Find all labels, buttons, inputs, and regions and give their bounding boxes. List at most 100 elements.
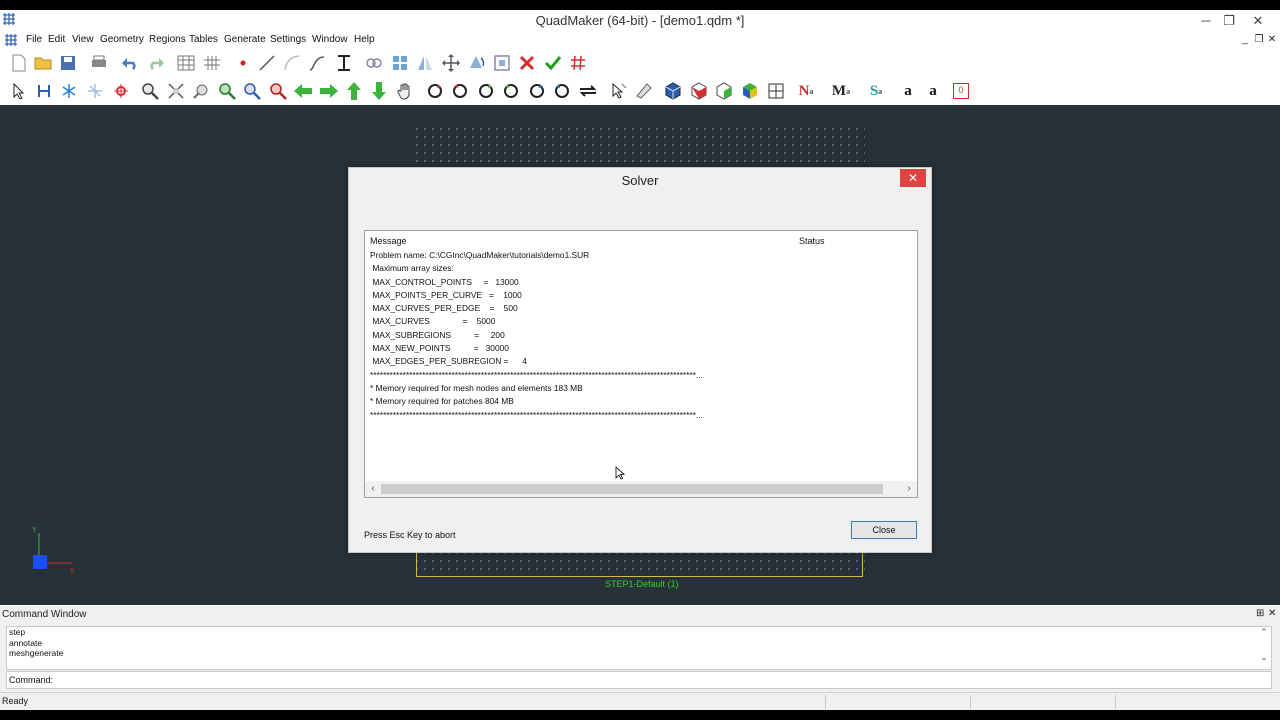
open-folder-icon[interactable] [32,52,54,74]
message-line: * Memory required for mesh nodes and ele… [370,382,583,393]
pin-icon[interactable]: ⊞ [1256,608,1264,619]
cube-blue-icon[interactable] [662,80,684,102]
rotate-x2-icon[interactable] [500,80,522,102]
link-icon[interactable] [363,52,385,74]
column-header-status[interactable]: Status [799,236,825,246]
menu-view[interactable]: View [72,34,94,45]
zoom-out-icon[interactable] [241,80,263,102]
menu-bar: File Edit View Geometry Regions Tables G… [0,32,1280,48]
menu-edit[interactable]: Edit [48,34,65,45]
message-line: * Memory required for patches 804 MB [370,396,514,407]
mdi-restore-button[interactable]: ❐ [1252,34,1266,46]
star-select-icon[interactable] [58,80,80,102]
material-number-icon[interactable]: Ma [830,80,852,102]
save-icon[interactable] [57,52,79,74]
asterisk-icon[interactable] [84,80,106,102]
zoom-extents-icon[interactable] [165,80,187,102]
message-list[interactable]: Message Status Problem name: C:\CGInc\Qu… [364,230,918,498]
surface-number-icon[interactable]: Sa [865,80,887,102]
box-zero-icon[interactable]: 0 [950,80,972,102]
delete-icon[interactable] [516,52,538,74]
menu-window[interactable]: Window [312,34,348,45]
message-line: MAX_SUBREGIONS = 200 [370,329,505,340]
mesh-grid-icon[interactable] [765,80,787,102]
command-input[interactable]: Command: [6,671,1272,689]
flip-icon[interactable] [577,80,599,102]
text-a-bold-icon[interactable]: a [922,80,944,102]
close-button[interactable]: Close [851,521,917,539]
arc-icon[interactable] [281,52,303,74]
undo-icon[interactable] [119,52,141,74]
pan-zoom-icon[interactable] [190,80,212,102]
arrow-up-icon[interactable] [343,80,365,102]
zoom-window-icon[interactable] [139,80,161,102]
point-icon[interactable] [232,52,254,74]
rotate-x-icon[interactable] [424,80,446,102]
arrow-right-icon[interactable] [318,80,340,102]
rotate-y-icon[interactable] [449,80,471,102]
pick-icon[interactable] [608,80,630,102]
h-select-icon[interactable] [33,80,55,102]
i-beam-icon[interactable] [333,52,355,74]
cube-red-icon[interactable] [688,80,710,102]
rotate-z-icon[interactable] [475,80,497,102]
window-title: QuadMaker (64-bit) - [demo1.qdm *] [535,13,745,28]
cube-color-icon[interactable] [739,80,761,102]
mdi-minimize-button[interactable]: _ [1238,34,1252,46]
solver-dialog: Solver ✕ Message Status Problem name: C:… [348,167,932,553]
message-line: MAX_CURVES_PER_EDGE = 500 [370,303,518,314]
dialog-close-x-button[interactable]: ✕ [900,169,926,187]
zoom-fit-icon[interactable] [267,80,289,102]
menu-tables[interactable]: Tables [189,34,218,45]
check-icon[interactable] [542,52,564,74]
mdi-close-button[interactable]: ✕ [1265,34,1279,46]
arrow-left-icon[interactable] [292,80,314,102]
message-line: ****************************************… [370,409,703,420]
curve-icon[interactable] [306,52,328,74]
menu-geometry[interactable]: Geometry [100,34,144,45]
toolbar-main [0,49,1280,77]
region-grid-icon[interactable] [389,52,411,74]
command-window-close-button[interactable]: ✕ [1268,608,1276,619]
scroll-down-button[interactable]: ⌄ [1257,652,1271,663]
menu-file[interactable]: File [26,34,42,45]
column-header-message[interactable]: Message [370,236,407,246]
rotate-icon[interactable] [465,52,487,74]
arrow-down-icon[interactable] [368,80,390,102]
menu-help[interactable]: Help [354,34,375,45]
close-window-button[interactable]: ✕ [1245,12,1271,30]
menu-regions[interactable]: Regions [149,34,186,45]
menu-generate[interactable]: Generate [224,34,266,45]
command-history[interactable]: step annotate meshgenerate ⌃ ⌄ [6,626,1272,670]
scroll-thumb[interactable] [381,484,883,494]
history-scrollbar[interactable]: ⌃ ⌄ [1257,627,1271,669]
cube-green-icon[interactable] [713,80,735,102]
print-icon[interactable] [88,52,110,74]
select-arrow-icon[interactable] [8,80,30,102]
maximize-button[interactable]: ❐ [1216,12,1242,30]
zoom-in-icon[interactable] [216,80,238,102]
mirror-icon[interactable] [414,52,436,74]
node-number-icon[interactable]: Na [795,80,817,102]
scroll-right-button[interactable]: › [902,482,916,496]
grid-lines-icon[interactable] [201,52,223,74]
hand-pan-icon[interactable] [394,80,416,102]
scroll-left-button[interactable]: ‹ [366,482,380,496]
line-icon[interactable] [256,52,278,74]
rotate-y2-icon[interactable] [551,80,573,102]
grid-icon[interactable] [175,52,197,74]
scale-icon[interactable] [491,52,513,74]
message-line: MAX_EDGES_PER_SUBREGION = 4 [370,356,528,367]
scroll-up-button[interactable]: ⌃ [1257,627,1271,638]
text-a-icon[interactable]: a [897,80,919,102]
horizontal-scrollbar[interactable]: ‹ › [365,481,917,497]
dialog-title: Solver [349,168,931,194]
hash-icon[interactable] [567,52,589,74]
new-file-icon[interactable] [8,52,30,74]
redo-icon[interactable] [145,52,167,74]
menu-settings[interactable]: Settings [270,34,306,45]
rotate-z2-icon[interactable] [526,80,548,102]
erase-icon[interactable] [633,80,655,102]
move-icon[interactable] [440,52,462,74]
target-icon[interactable] [110,80,132,102]
